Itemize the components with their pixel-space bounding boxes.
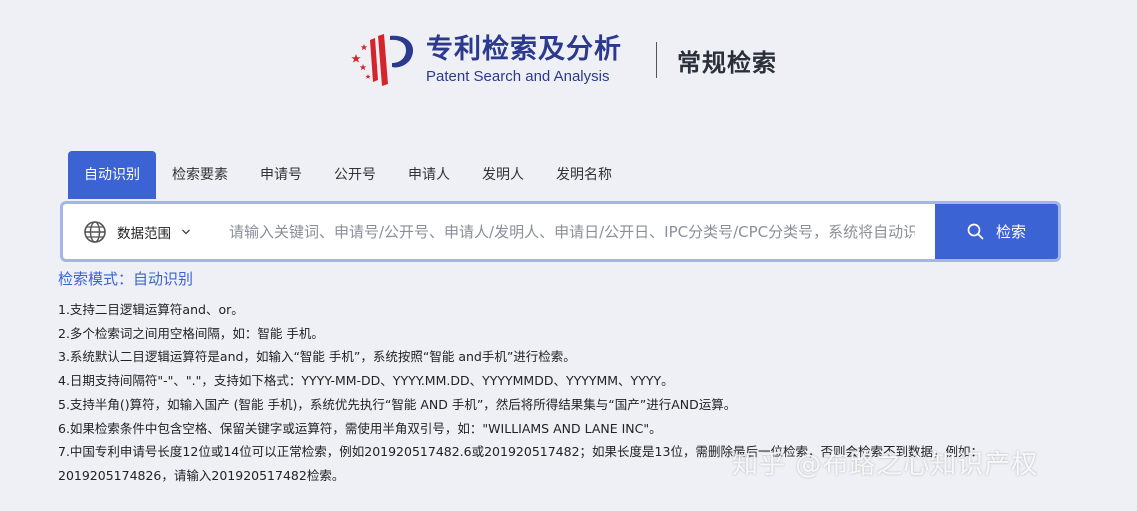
tip-line: 2.多个检索词之间用空格间隔，如：智能 手机。 (58, 325, 324, 341)
tip-line: 5.支持半角()算符，如输入国产 (智能 手机)，系统优先执行“智能 AND 手… (58, 396, 737, 412)
tab-0[interactable]: 自动识别 (68, 151, 156, 199)
search-button-label: 检索 (995, 223, 1026, 241)
search-icon (967, 223, 984, 240)
tip-line: 7.中国专利申请号长度12位或14位可以正常检索，例如201920517482.… (58, 444, 983, 460)
site-header: 专利检索及分析 Patent Search and Analysis 常规检索 (348, 30, 777, 90)
tip-line: 2019205174826，请输入201920517482检索。 (58, 467, 345, 483)
tip-line: 4.日期支持间隔符"-"、"."，支持如下格式：YYYY-MM-DD、YYYY.… (58, 373, 674, 389)
tab-4[interactable]: 申请人 (392, 151, 466, 199)
tip-line: 3.系统默认二目逻辑运算符是and，如输入“智能 手机”，系统按照“智能 and… (58, 349, 576, 365)
tab-1[interactable]: 检索要素 (156, 151, 244, 199)
logo-title-en: Patent Search and Analysis (426, 68, 610, 85)
data-scope-dropdown[interactable]: 数据范围 (63, 204, 209, 259)
globe-icon (84, 220, 106, 243)
search-type-tabs: 自动识别 检索要素 申请号 公开号 申请人 发明人 发明名称 (68, 151, 628, 199)
data-scope-label: 数据范围 (117, 225, 171, 242)
page-title: 常规检索 (677, 48, 777, 77)
patent-logo-icon (348, 30, 418, 90)
tip-line: 6.如果检索条件中包含空格、保留关键字或运算符，需使用半角双引号，如："WILL… (58, 420, 662, 436)
chevron-down-icon (182, 229, 190, 234)
search-input[interactable] (209, 204, 935, 259)
tab-2[interactable]: 申请号 (244, 151, 318, 199)
tab-6[interactable]: 发明名称 (540, 151, 628, 199)
tab-3[interactable]: 公开号 (318, 151, 392, 199)
tip-line: 1.支持二目逻辑运算符and、or。 (58, 302, 244, 317)
logo-text: 专利检索及分析 Patent Search and Analysis (426, 34, 622, 86)
header-divider (656, 42, 657, 78)
search-tips: 1.支持二目逻辑运算符and、or。 2.多个检索词之间用空格间隔，如：智能 手机… (58, 298, 1118, 488)
search-button[interactable]: 检索 (935, 204, 1058, 259)
search-mode-indicator: 检索模式：自动识别 (58, 270, 194, 288)
logo-title-cn: 专利检索及分析 (426, 34, 622, 65)
tab-5[interactable]: 发明人 (466, 151, 540, 199)
search-bar: 数据范围 检索 (60, 201, 1061, 262)
